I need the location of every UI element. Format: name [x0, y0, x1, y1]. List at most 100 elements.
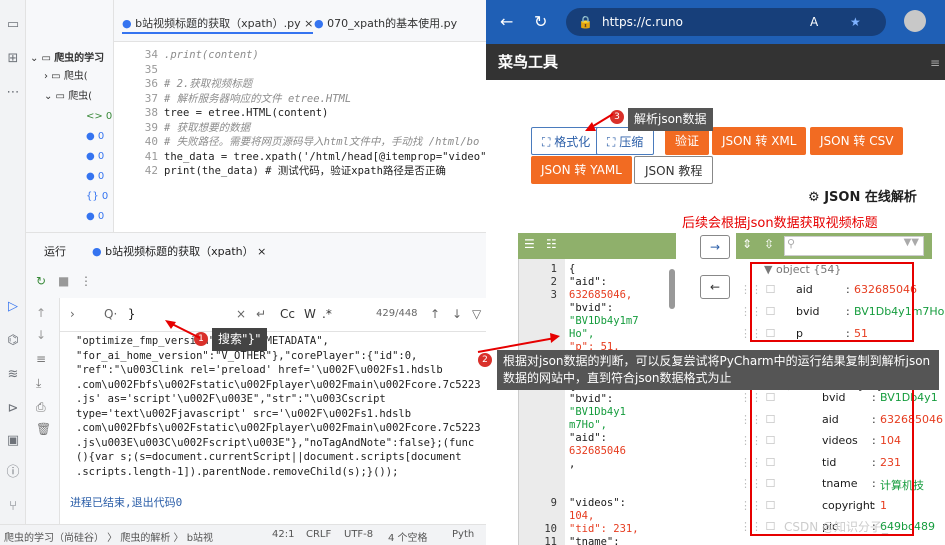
- code-line: the_data = tree.xpath('/html/head[@itemp…: [164, 150, 486, 163]
- chevron-right-icon[interactable]: ›: [70, 307, 75, 321]
- json-to-yaml-button[interactable]: JSON 转 YAML: [531, 156, 632, 184]
- python-file-icon[interactable]: ● 0: [86, 168, 104, 186]
- scroll-end-icon[interactable]: ⤓: [36, 376, 41, 391]
- tab-active-file[interactable]: ● b站视频标题的获取（xpath）.py ×: [122, 14, 314, 34]
- code-line: # 解析服务器响应的文件 etree.HTML: [164, 92, 352, 105]
- code-editor[interactable]: .print(content) # 2.获取视频标题 # 解析服务器响应的文件 et…: [162, 42, 486, 232]
- filter-icon[interactable]: ▽: [472, 307, 481, 321]
- read-aloud-icon[interactable]: A: [810, 8, 818, 36]
- indent-setting[interactable]: 4 个空格: [388, 529, 428, 544]
- format-icon[interactable]: ☰: [524, 237, 535, 251]
- expand-all-icon[interactable]: ⇕: [742, 237, 752, 251]
- star-icon[interactable]: ★: [850, 8, 861, 36]
- project-folder[interactable]: ⌄ ▭ 爬虫(: [44, 88, 92, 106]
- project-folder-label: 爬虫(: [63, 71, 88, 82]
- run-side-toolbar: ↑ ↓ ≡ ⤓ ⎙ 🗑: [26, 298, 60, 524]
- code-line: tree = etree.HTML(content): [164, 107, 329, 119]
- newline-icon[interactable]: ↵: [256, 307, 266, 321]
- address-bar[interactable]: 🔒 https://c.runo A ★: [566, 8, 886, 36]
- site-title[interactable]: 菜鸟工具: [486, 44, 945, 80]
- status-breadcrumb[interactable]: 爬虫的学习（尚硅谷） 〉 爬虫的解析 〉 b站视: [4, 529, 213, 544]
- search-input[interactable]: }: [128, 307, 135, 321]
- regex-toggle[interactable]: .*: [322, 307, 332, 321]
- tab-xpath-basics[interactable]: ● 070_xpath的基本使用.py: [314, 14, 457, 34]
- more-icon[interactable]: ⋯: [4, 84, 22, 102]
- arrow-left-button[interactable]: ←: [700, 275, 730, 299]
- validate-button[interactable]: 验证: [665, 127, 710, 155]
- output-line: "ref":"\u003Clink rel='preload' href='\u…: [76, 364, 443, 376]
- scrollbar[interactable]: [669, 269, 675, 309]
- match-count: 429/448: [376, 308, 418, 319]
- json-text-editor[interactable]: 1 {2 "aid": 3 632685046, "bvid": "BV1Db4y1…: [518, 259, 676, 545]
- json-to-csv-button[interactable]: JSON 转 CSV: [810, 127, 904, 155]
- project-folder[interactable]: › ▭ 爬虫(: [44, 68, 88, 86]
- line-number: 38: [144, 106, 158, 119]
- services-icon[interactable]: ⊳: [4, 400, 22, 418]
- trash-icon[interactable]: 🗑: [36, 422, 51, 436]
- file-encoding[interactable]: UTF-8: [344, 529, 373, 540]
- json-file-icon[interactable]: {} 0: [86, 188, 108, 206]
- match-case-toggle[interactable]: Cc: [280, 307, 295, 321]
- whole-word-toggle[interactable]: W: [304, 307, 316, 321]
- rerun-icon[interactable]: ↻: [36, 274, 46, 288]
- git-icon[interactable]: ⑂: [4, 498, 22, 516]
- avatar[interactable]: [904, 10, 926, 32]
- annotation-badge-1: 1: [194, 332, 208, 346]
- folder-icon[interactable]: ▭: [4, 16, 22, 34]
- arrow-down-icon[interactable]: ↓: [452, 307, 462, 321]
- compress-button[interactable]: ⛶ 压缩: [596, 127, 655, 155]
- terminal-icon[interactable]: ▣: [4, 432, 22, 450]
- url-text: https://c.runo: [602, 15, 683, 29]
- collapse-all-icon[interactable]: ⇳: [764, 237, 774, 251]
- back-icon[interactable]: ←: [500, 12, 513, 31]
- output-line: .scripts.length-1]).parentNode.removeChi…: [76, 465, 399, 478]
- menu-icon[interactable]: ≡: [930, 56, 940, 70]
- layers-icon[interactable]: ≋: [4, 366, 22, 384]
- project-folder-label: 爬虫(: [68, 91, 93, 102]
- arrow-up-icon[interactable]: ↑: [36, 306, 46, 320]
- arrow-up-icon[interactable]: ↑: [430, 307, 440, 321]
- json-line: 104,: [569, 510, 595, 522]
- json-line-number: 11: [544, 536, 557, 545]
- status-bar: 爬虫的学习（尚硅谷） 〉 爬虫的解析 〉 b站视 42:1 CRLF UTF-8…: [0, 524, 486, 545]
- run-icon[interactable]: ▷: [4, 298, 22, 316]
- json-line: Ho",: [569, 328, 595, 340]
- run-tab[interactable]: ● b站视频标题的获取（xpath） ×: [92, 243, 266, 259]
- watermark: CSDN @知识分子_: [784, 520, 889, 534]
- python-console-icon[interactable]: ⌬: [4, 332, 22, 350]
- python-file-icon[interactable]: ● 0: [86, 208, 104, 226]
- close-icon[interactable]: ×: [236, 307, 246, 321]
- json-line: "tid": 231,: [569, 523, 639, 535]
- annotation-badge-3: 3: [610, 110, 624, 124]
- line-ending[interactable]: CRLF: [306, 529, 331, 540]
- chevron-down-icon[interactable]: ▼▼: [904, 237, 919, 248]
- soft-wrap-icon[interactable]: ≡: [36, 352, 46, 366]
- line-number: 34: [144, 48, 158, 61]
- caret-position[interactable]: 42:1: [272, 529, 294, 540]
- search-icon: Q·: [104, 307, 118, 321]
- python-file-icon: ●: [122, 17, 132, 30]
- json-to-xml-button[interactable]: JSON 转 XML: [712, 127, 807, 155]
- arrow-down-icon[interactable]: ↓: [36, 328, 46, 342]
- format-button[interactable]: ⛶ 格式化: [531, 127, 602, 155]
- tree-search-input[interactable]: ⚲ ▼▼: [784, 236, 924, 256]
- project-root[interactable]: ⌄ ▭ 爬虫的学习: [30, 50, 104, 68]
- compress-button-label: 压缩: [619, 135, 644, 149]
- python-file-icon[interactable]: ● 0: [86, 148, 104, 166]
- more-icon[interactable]: ⋮: [80, 274, 92, 288]
- compact-icon[interactable]: ☷: [546, 237, 557, 251]
- arrow-right-button[interactable]: →: [700, 235, 730, 259]
- problems-icon[interactable]: ⓘ: [4, 464, 22, 482]
- json-tutorial-button[interactable]: JSON 教程: [634, 156, 714, 184]
- html-file-icon[interactable]: <> 0: [86, 108, 112, 126]
- structure-icon[interactable]: ⊞: [4, 50, 22, 68]
- stop-icon[interactable]: ■: [58, 274, 69, 288]
- refresh-icon[interactable]: ↻: [534, 12, 547, 31]
- print-icon[interactable]: ⎙: [36, 400, 46, 415]
- json-line: ,: [569, 458, 576, 470]
- console-output[interactable]: 进程已结束,退出代码0 "optimize_fmp_version":"FIXE…: [60, 332, 486, 524]
- python-file-icon[interactable]: ● 0: [86, 128, 104, 146]
- line-number: 41: [144, 149, 158, 163]
- interpreter[interactable]: Pyth: [452, 529, 474, 540]
- annotation-3: 解析json数据: [628, 108, 713, 131]
